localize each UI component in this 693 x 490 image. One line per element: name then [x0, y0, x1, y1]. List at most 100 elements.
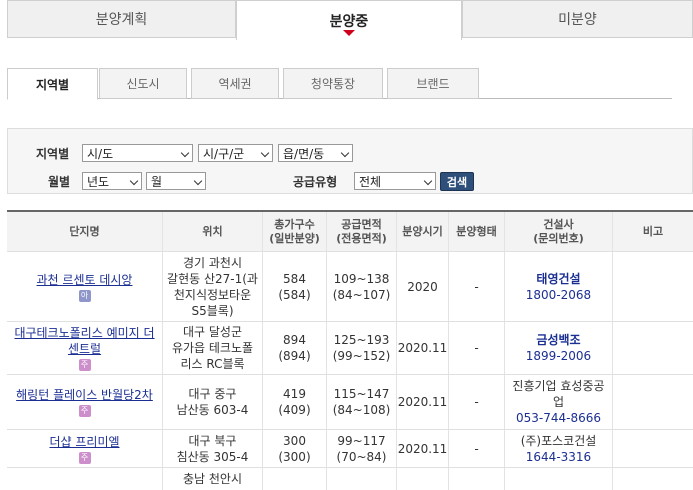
builder-name: 태영건설: [536, 271, 581, 286]
chevron-down-icon: [193, 176, 203, 186]
header-households-line1: 총가구수: [274, 217, 315, 231]
table-row: 해링턴 플레이스 반월당2차 주 대구 중구 남산동 603-4 419 (409) …: [7, 375, 693, 430]
row-note-cell: [613, 375, 693, 429]
location-line: 경기 과천시: [182, 255, 242, 270]
sale-period: 2020.11: [397, 395, 448, 409]
exclusive-area: (84~107): [332, 287, 391, 302]
header-note-text: 비고: [642, 224, 664, 238]
sale-type-badge: 주: [78, 451, 91, 464]
tab-plan[interactable]: 분양계획: [7, 0, 236, 38]
sale-period: 2020.11: [397, 441, 448, 456]
subtab-new-city[interactable]: 신도시: [99, 68, 187, 99]
row-households-cell: 894 (894): [263, 322, 327, 374]
row-area-cell: [327, 468, 397, 490]
subtab-station[interactable]: 역세권: [191, 68, 279, 99]
month-select[interactable]: 월: [146, 172, 206, 190]
location-line: 대구 중구: [188, 387, 237, 401]
tab-on-sale[interactable]: 분양중: [236, 0, 462, 40]
sale-type: -: [474, 395, 479, 409]
builder-phone: 1800-2068: [525, 287, 592, 302]
row-note-cell: [613, 468, 693, 490]
header-area-line1: 공급면적: [341, 217, 382, 231]
location-line: 대구 북구: [188, 433, 237, 448]
builder-phone: 053-744-8666: [515, 411, 601, 425]
subtab-station-label: 역세권: [218, 77, 252, 91]
sido-value: 시/도: [87, 146, 114, 161]
tab-unsold[interactable]: 미분양: [462, 0, 693, 38]
subtab-brand[interactable]: 브랜드: [387, 68, 479, 99]
sigungu-select[interactable]: 시/구/군: [198, 144, 273, 162]
location-line: 천지식정보타운: [173, 287, 252, 302]
sido-select[interactable]: 시/도: [82, 144, 193, 162]
month-value: 월: [151, 174, 163, 189]
table-row: 대구테크노폴리스 예미지 더센트럴주 대구 달성군 유가읍 테크노폴 리스 RC블록…: [7, 322, 693, 375]
chevron-down-icon: [129, 176, 139, 186]
row-builder-cell: (주)포스코건설 1644-3316: [505, 430, 613, 467]
row-households-cell: 419 (409): [263, 375, 327, 429]
row-name-cell: 해링턴 플레이스 반월당2차 주: [7, 375, 163, 429]
header-location-text: 위치: [202, 224, 223, 238]
complex-name-link[interactable]: 해링턴 플레이스 반월당2차: [16, 387, 153, 403]
row-builder-cell: 금성백조 1899-2006: [505, 322, 613, 374]
header-type: 분양형태: [449, 212, 505, 251]
exclusive-area: (84~108): [332, 403, 391, 417]
row-type-cell: -: [449, 252, 505, 321]
households-general: (894): [278, 349, 311, 363]
row-households-cell: 584 (584): [263, 252, 327, 321]
sigungu-value: 시/구/군: [203, 146, 245, 161]
households-total: 894: [283, 333, 306, 347]
year-value: 년도: [87, 174, 110, 189]
header-period-text: 분양시기: [402, 224, 443, 238]
location-line: 유가읍 테크노폴: [171, 341, 254, 355]
header-name-text: 단지명: [69, 224, 100, 238]
complex-name-link[interactable]: 과천 르센토 데시앙: [37, 272, 133, 288]
row-period-cell: 2020.11: [397, 375, 449, 429]
row-type-cell: -: [449, 430, 505, 467]
location-line: 충남 천안시: [182, 472, 242, 486]
builder-name: 진흥기업 효성중공업: [512, 379, 605, 409]
search-panel: 지역별 시/도 시/구/군 읍/면/동 월별 년도 월 공급유형 전체 검색: [7, 128, 693, 194]
subtab-subscription-label: 청약통장: [310, 77, 356, 91]
builder-name: (주)포스코건설: [520, 433, 597, 448]
row-type-cell: -: [449, 375, 505, 429]
header-builder-line1: 건설사: [543, 217, 574, 231]
chevron-down-icon: [423, 176, 433, 186]
complex-name-link[interactable]: 대구테크노폴리스 예미지 더센트럴: [10, 325, 160, 357]
table-row: 과천 르센토 데시앙 아 경기 과천시 갈현동 산27-1(과 천지식정보타운 S5블록…: [7, 252, 693, 322]
row-area-cell: 99~117 (70~84): [327, 430, 397, 467]
subtab-region[interactable]: 지역별: [7, 68, 98, 100]
row-name-cell: 대구테크노폴리스 예미지 더센트럴주: [7, 322, 163, 374]
header-builder-line2: (문의번호): [533, 231, 584, 245]
row-location-cell: 대구 달성군 유가읍 테크노폴 리스 RC블록: [163, 322, 263, 374]
complex-name-link[interactable]: 더샵 프리미엘: [49, 434, 119, 450]
row-note-cell: [613, 322, 693, 374]
households-total: 419: [283, 387, 306, 401]
supply-area: 109~138: [333, 271, 390, 286]
eupmyeondong-select[interactable]: 읍/면/동: [278, 144, 353, 162]
header-households: 총가구수 (일반분양): [263, 212, 327, 251]
sub-tabs: 지역별 신도시 역세권 청약통장 브랜드: [7, 68, 672, 100]
row-note-cell: [613, 252, 693, 321]
tab-unsold-label: 미분양: [558, 12, 597, 28]
month-label: 월별: [48, 175, 71, 189]
households-total: 584: [283, 271, 306, 286]
table-row: 충남 천안시: [7, 468, 693, 490]
sale-type-badge: 주: [78, 359, 91, 371]
sale-period: 2020: [407, 279, 438, 294]
supply-type-select[interactable]: 전체: [354, 172, 436, 190]
top-tabs: 분양계획 분양중 미분양: [7, 0, 693, 40]
row-area-cell: 125~193 (99~152): [327, 322, 397, 374]
header-builder: 건설사 (문의번호): [505, 212, 613, 251]
supply-area: 115~147: [333, 387, 390, 401]
subtab-subscription[interactable]: 청약통장: [283, 68, 383, 99]
year-select[interactable]: 년도: [82, 172, 142, 190]
row-period-cell: 2020.11: [397, 322, 449, 374]
sale-type: -: [474, 441, 479, 456]
search-button[interactable]: 검색: [440, 172, 474, 191]
row-note-cell: [613, 430, 693, 467]
row-households-cell: 300 (300): [263, 430, 327, 467]
households-general: (409): [278, 403, 311, 417]
row-location-cell: 충남 천안시: [163, 468, 263, 490]
eupmyeondong-value: 읍/면/동: [283, 146, 325, 161]
households-general: (300): [278, 449, 311, 464]
